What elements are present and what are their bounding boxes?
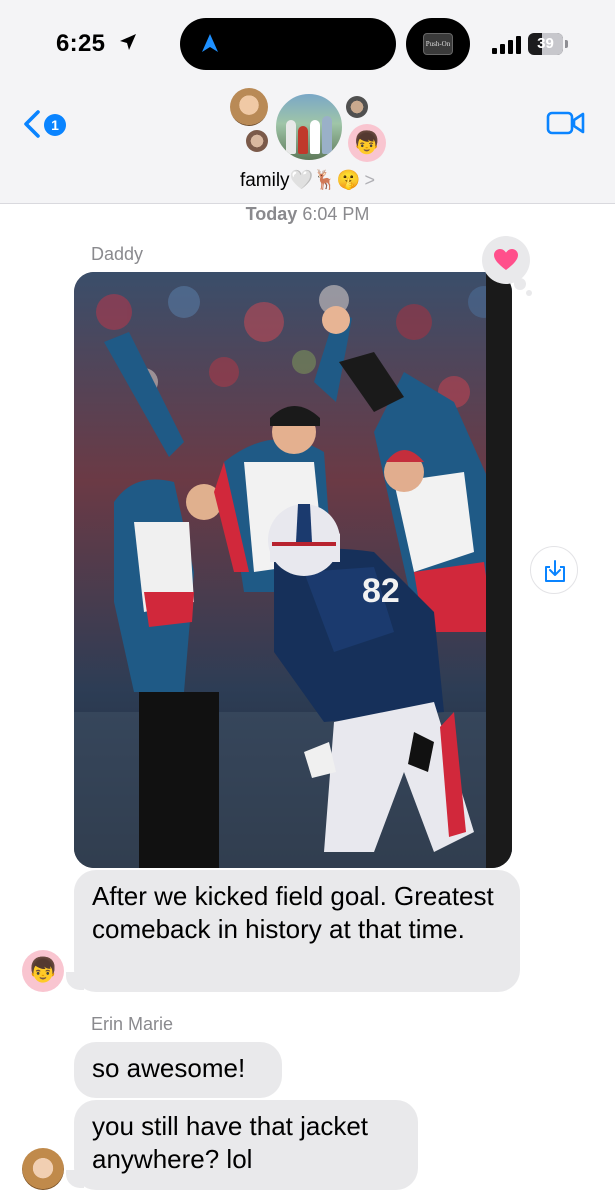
status-time: 6:25	[56, 30, 106, 57]
avatar-figure	[286, 120, 296, 154]
message-bubble[interactable]: you still have that jacket anywhere? lol	[74, 1100, 418, 1190]
unread-badge: 1	[44, 114, 66, 136]
avatar-figure	[298, 126, 308, 154]
tapback-tail	[526, 290, 532, 296]
chevron-left-icon	[24, 110, 40, 138]
member-avatar-emoji: 👦	[348, 124, 386, 162]
avatar-figure	[310, 120, 320, 154]
message-bubble[interactable]: After we kicked field goal. Greatest com…	[74, 870, 520, 992]
photo-message[interactable]: 82	[74, 272, 512, 868]
football-celebration-photo: 82	[74, 272, 512, 868]
timestamp-day: Today	[245, 204, 298, 224]
group-name: family🤍🦌🤫	[239, 170, 361, 191]
member-avatar-small	[346, 96, 368, 118]
bubble-tail	[66, 1170, 84, 1188]
battery-body: 39	[528, 33, 563, 55]
cellular-signal-icon	[492, 36, 521, 54]
battery-indicator: 39	[528, 33, 568, 55]
now-playing-thumbnail: Push-On	[423, 33, 453, 55]
group-avatar-cluster[interactable]: 👦	[226, 86, 390, 166]
sender-name: Daddy	[91, 244, 144, 264]
avatar-figure	[322, 116, 332, 154]
tapback-tail	[514, 278, 526, 290]
member-avatar-small	[246, 130, 268, 152]
video-camera-icon[interactable]	[546, 110, 586, 136]
member-avatar-girl	[230, 88, 268, 126]
battery-percent: 39	[537, 35, 554, 52]
conversation-timestamp: Today 6:04 PM	[0, 204, 615, 225]
message-bubble[interactable]: so awesome!	[74, 1042, 282, 1098]
group-photo-avatar	[274, 92, 344, 162]
tapback-reaction[interactable]	[482, 236, 530, 284]
header-area: 6:25 Push-On 39 1 👦 family🤍🦌🤫 >	[0, 0, 615, 204]
sender-avatar-emoji[interactable]: 👦	[22, 950, 64, 992]
chevron-right-icon: >	[364, 170, 376, 190]
navigation-arrow-icon	[202, 34, 218, 52]
heart-icon	[494, 249, 518, 270]
battery-nub	[565, 40, 568, 48]
save-photo-button[interactable]	[530, 546, 578, 594]
sender-avatar-photo[interactable]	[22, 1148, 64, 1190]
location-arrow-icon	[120, 34, 136, 50]
download-icon	[545, 560, 565, 582]
bubble-tail	[66, 972, 84, 990]
group-name-button[interactable]: family🤍🦌🤫 >	[0, 168, 615, 192]
back-button[interactable]: 1	[22, 106, 72, 142]
svg-text:82: 82	[362, 572, 400, 610]
sender-name: Erin Marie	[91, 1014, 174, 1034]
timestamp-time: 6:04 PM	[302, 204, 370, 224]
